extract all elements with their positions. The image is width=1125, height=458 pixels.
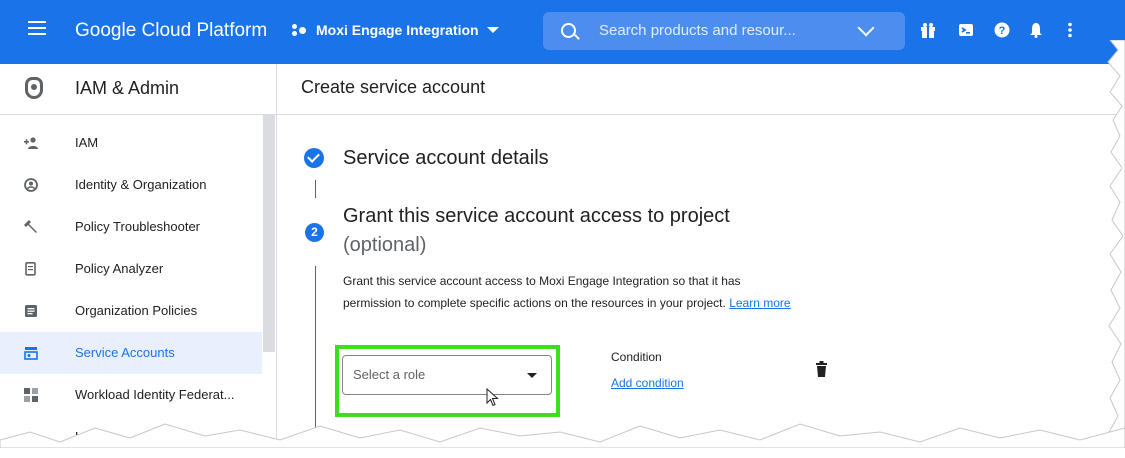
sidebar: IAM & Admin IAM Identity & Organization … [0, 64, 277, 448]
sidebar-item-label: Identity & Organization [75, 177, 207, 192]
step2-title: Grant this service account access to pro… [343, 205, 730, 227]
help-icon[interactable]: ? [994, 22, 1010, 38]
sidebar-item-label: Labe [75, 429, 104, 444]
learn-more-link[interactable]: Learn more [729, 296, 790, 310]
sidebar-item-labels[interactable]: Labe [0, 416, 262, 458]
menu-icon[interactable] [28, 21, 46, 35]
sidebar-item-policy-analyzer[interactable]: Policy Analyzer [0, 248, 262, 290]
search-icon [561, 23, 576, 38]
list-document-icon [25, 305, 37, 317]
step1-title[interactable]: Service account details [343, 147, 549, 170]
sidebar-item-label: Organization Policies [75, 303, 198, 318]
sidebar-scrollbar[interactable] [263, 114, 275, 352]
mouse-cursor-icon [486, 388, 499, 407]
project-dots-icon [292, 23, 310, 37]
notifications-icon[interactable] [1028, 22, 1044, 38]
role-select[interactable]: Select a role [342, 355, 552, 395]
step2-subtitle: (optional) [343, 234, 427, 256]
chevron-down-icon[interactable] [857, 19, 875, 37]
sidebar-item-workload-identity[interactable]: Workload Identity Federat... [0, 374, 262, 416]
stepper-connector [315, 266, 316, 448]
account-circle-icon [24, 178, 38, 192]
chevron-down-icon [486, 27, 499, 33]
svg-text:?: ? [999, 25, 1006, 37]
sidebar-item-label: Policy Analyzer [75, 261, 164, 276]
description-line: permission to complete specific actions … [343, 296, 730, 310]
sidebar-item-service-accounts[interactable]: Service Accounts [0, 332, 262, 374]
project-name: Moxi Engage Integration [316, 22, 479, 38]
sidebar-item-label: Policy Troubleshooter [75, 219, 201, 234]
gift-icon[interactable] [920, 22, 936, 38]
more-vert-icon[interactable] [1062, 22, 1078, 38]
sidebar-item-label: Workload Identity Federat... [75, 387, 235, 402]
page-header: Create service account [277, 64, 1125, 115]
dropdown-arrow-icon [527, 373, 537, 378]
sidebar-item-policy-troubleshooter[interactable]: Policy Troubleshooter [0, 206, 262, 248]
description-line: Grant this service account access to Mox… [343, 274, 741, 288]
sidebar-item-organization-policies[interactable]: Organization Policies [0, 290, 262, 332]
sidebar-header: IAM & Admin [0, 64, 276, 115]
delete-icon[interactable] [816, 361, 827, 377]
page-title: Create service account [301, 77, 486, 97]
brand-title[interactable]: Google Cloud Platform [75, 20, 267, 42]
sidebar-item-label: IAM [75, 135, 99, 150]
search-bar[interactable]: Search products and resour... [543, 12, 905, 50]
cloud-shell-icon[interactable] [958, 22, 974, 38]
role-select-placeholder: Select a role [353, 367, 426, 382]
sidebar-item-identity-organization[interactable]: Identity & Organization [0, 164, 262, 206]
sidebar-item-iam[interactable]: IAM [0, 122, 262, 164]
workload-identity-icon [24, 388, 38, 402]
check-circle-icon [304, 148, 324, 168]
condition-label: Condition [611, 350, 662, 364]
top-app-bar: Google Cloud Platform Moxi Engage Integr… [0, 0, 1125, 64]
sidebar-title: IAM & Admin [75, 78, 180, 98]
project-selector[interactable]: Moxi Engage Integration [292, 22, 499, 38]
search-input[interactable]: Search products and resour... [599, 22, 796, 39]
document-search-icon [25, 262, 36, 276]
shield-icon [25, 77, 43, 99]
wrench-icon [24, 220, 37, 233]
sidebar-item-label: Service Accounts [75, 345, 175, 360]
stepper-connector [315, 180, 316, 198]
service-account-icon [24, 347, 38, 360]
person-add-icon [24, 137, 38, 149]
step-number-badge: 2 [305, 223, 324, 242]
step2-description: Grant this service account access to Mox… [343, 270, 843, 314]
add-condition-link[interactable]: Add condition [611, 376, 684, 390]
label-icon [25, 433, 37, 441]
